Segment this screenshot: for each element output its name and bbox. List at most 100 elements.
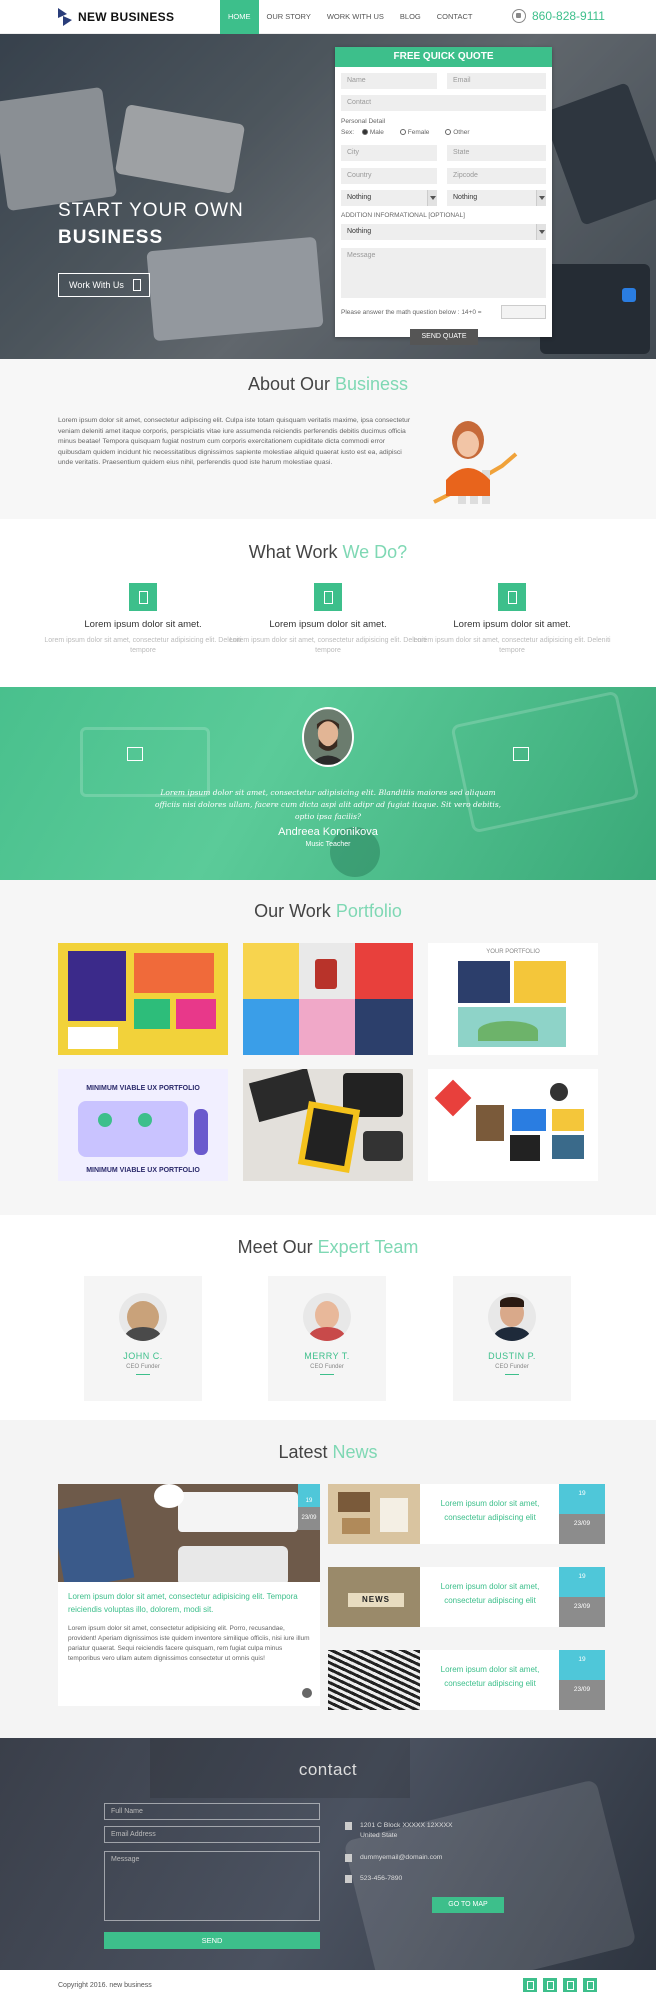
math-answer-input[interactable] bbox=[501, 305, 546, 319]
phone-outline-icon bbox=[133, 279, 141, 291]
news-item-title[interactable]: Lorem ipsum dolor sit amet, consectetur … bbox=[430, 1497, 550, 1525]
quote-form-title: FREE QUICK QUOTE bbox=[335, 47, 552, 67]
radio-other[interactable] bbox=[445, 129, 452, 136]
avatar bbox=[488, 1293, 536, 1341]
linkedin-icon[interactable] bbox=[563, 1978, 577, 1992]
services-title: What Work We Do? bbox=[248, 542, 408, 562]
send-quote-button[interactable]: SEND QUATE bbox=[410, 329, 478, 345]
google-plus-icon[interactable] bbox=[583, 1978, 597, 1992]
team-member-role: CEO Funder bbox=[495, 1364, 529, 1370]
quote-select-2-value: Nothing bbox=[453, 194, 478, 201]
featured-news-card[interactable]: 19 23/09 Lorem ipsum dolor sit amet, con… bbox=[58, 1484, 320, 1706]
service-title: Lorem ipsum dolor sit amet. bbox=[269, 619, 387, 630]
radio-female[interactable] bbox=[399, 129, 406, 136]
featured-news-headline[interactable]: Lorem ipsum dolor sit amet, consectetur … bbox=[68, 1590, 308, 1616]
contact-email[interactable]: dummyemail@domain.com bbox=[345, 1853, 442, 1863]
quote-contact-input[interactable]: Contact bbox=[341, 95, 546, 111]
radio-other-label: Other bbox=[453, 129, 470, 136]
next-arrow-icon[interactable] bbox=[513, 747, 529, 761]
nav-home[interactable]: HOME bbox=[220, 0, 259, 34]
contact-name-input[interactable]: Full Name bbox=[104, 1803, 320, 1820]
portfolio-item[interactable]: MINIMUM VIABLE UX PORTFOLIO MINIMUM VIAB… bbox=[58, 1069, 228, 1181]
portfolio-caption: MINIMUM VIABLE UX PORTFOLIO bbox=[86, 1085, 200, 1092]
portfolio-item[interactable] bbox=[243, 1069, 413, 1181]
radio-male[interactable] bbox=[361, 129, 368, 136]
contact-message-textarea[interactable]: Message bbox=[104, 1851, 320, 1921]
date-day: 19 bbox=[559, 1567, 605, 1597]
mail-icon bbox=[345, 1854, 352, 1862]
portfolio-caption: MINIMUM VIABLE UX PORTFOLIO bbox=[86, 1167, 200, 1174]
header-phone[interactable]: 860-828-9111 bbox=[512, 9, 605, 23]
divider bbox=[320, 1374, 334, 1375]
brand-name[interactable]: NEW BUSINESS bbox=[78, 10, 174, 24]
nav-contact[interactable]: CONTACT bbox=[429, 0, 481, 34]
date-badge: 19 23/09 bbox=[298, 1484, 320, 1530]
scroll-top-icon[interactable] bbox=[622, 288, 636, 302]
math-question-label: Please answer the math question below : … bbox=[341, 309, 482, 316]
date-badge: 19 23/09 bbox=[559, 1650, 605, 1710]
phone-icon bbox=[345, 1875, 352, 1883]
quote-zip-input[interactable]: Zipcode bbox=[447, 168, 546, 184]
contact-email-input[interactable]: Email Address bbox=[104, 1826, 320, 1843]
team-member-name: MERRY T. bbox=[304, 1351, 350, 1361]
portfolio-item[interactable] bbox=[58, 943, 228, 1055]
quote-select-3[interactable]: Nothing bbox=[341, 224, 546, 240]
nav-our-story[interactable]: OUR STORY bbox=[259, 0, 319, 34]
contact-phone[interactable]: 523-456-7890 bbox=[345, 1874, 402, 1884]
prev-arrow-icon[interactable] bbox=[127, 747, 143, 761]
chevron-down-icon bbox=[536, 224, 546, 240]
businesswoman-image bbox=[428, 410, 520, 510]
mobile-icon bbox=[129, 583, 157, 611]
quote-country-input[interactable]: Country bbox=[341, 168, 437, 184]
nav-work-with-us[interactable]: WORK WITH US bbox=[319, 0, 392, 34]
personal-detail-label: Personal Detail bbox=[341, 118, 386, 125]
logo-icon bbox=[58, 8, 72, 26]
twitter-icon[interactable] bbox=[543, 1978, 557, 1992]
hero-overlay bbox=[0, 34, 656, 359]
date-badge: 19 23/09 bbox=[559, 1567, 605, 1627]
portfolio-item[interactable]: YOUR PORTFOLIO bbox=[428, 943, 598, 1055]
contact-send-button[interactable]: SEND bbox=[104, 1932, 320, 1949]
nav-blog[interactable]: BLOG bbox=[392, 0, 429, 34]
contact-address: 1201 C Block XXXXX 12XXXX United State bbox=[345, 1821, 453, 1841]
news-item[interactable]: NEWS Lorem ipsum dolor sit amet, consect… bbox=[328, 1567, 605, 1627]
quote-name-input[interactable]: Name bbox=[341, 73, 437, 89]
radio-male-label: Male bbox=[369, 129, 384, 136]
quote-state-input[interactable]: State bbox=[447, 145, 546, 161]
portfolio-item[interactable] bbox=[428, 1069, 598, 1181]
work-with-us-button[interactable]: Work With Us bbox=[58, 273, 150, 297]
divider bbox=[505, 1374, 519, 1375]
testimonial-role: Music Teacher bbox=[305, 841, 351, 848]
team-member-name: DUSTIN P. bbox=[488, 1351, 536, 1361]
quote-city-input[interactable]: City bbox=[341, 145, 437, 161]
hero-title-line2: BUSINESS bbox=[58, 227, 164, 248]
news-item-title[interactable]: Lorem ipsum dolor sit amet, consectetur … bbox=[430, 1580, 550, 1608]
quote-select-1[interactable]: Nothing bbox=[341, 190, 437, 206]
service-desc: Lorem ipsum dolor sit amet, consectetur … bbox=[44, 637, 242, 654]
portfolio-item[interactable] bbox=[243, 943, 413, 1055]
facebook-icon[interactable] bbox=[523, 1978, 537, 1992]
news-item[interactable]: Lorem ipsum dolor sit amet, consectetur … bbox=[328, 1484, 605, 1544]
featured-news-body: Lorem ipsum dolor sit amet, consectetur … bbox=[68, 1625, 310, 1662]
go-to-map-button[interactable]: GO TO MAP bbox=[432, 1897, 504, 1913]
team-member-role: CEO Funder bbox=[126, 1364, 160, 1370]
service-title: Lorem ipsum dolor sit amet. bbox=[453, 619, 571, 630]
news-item-title[interactable]: Lorem ipsum dolor sit amet, consectetur … bbox=[430, 1663, 550, 1691]
hero-banner bbox=[0, 34, 656, 359]
quote-select-2[interactable]: Nothing bbox=[447, 190, 546, 206]
quote-message-textarea[interactable]: Message bbox=[341, 248, 546, 298]
service-desc: Lorem ipsum dolor sit amet, consectetur … bbox=[229, 637, 427, 654]
team-title: Meet Our Expert Team bbox=[237, 1237, 419, 1257]
news-item[interactable]: Lorem ipsum dolor sit amet, consectetur … bbox=[328, 1650, 605, 1710]
testimonial-name: Andreea Koronikova bbox=[278, 826, 378, 838]
quote-email-input[interactable]: Email bbox=[447, 73, 546, 89]
avatar bbox=[119, 1293, 167, 1341]
main-nav: HOME OUR STORY WORK WITH US BLOG CONTACT bbox=[220, 0, 480, 34]
service-desc: Lorem ipsum dolor sit amet, consectetur … bbox=[413, 637, 611, 654]
news-thumbnail: NEWS bbox=[328, 1567, 420, 1627]
news-thumbnail bbox=[328, 1484, 420, 1544]
work-with-us-label: Work With Us bbox=[69, 280, 124, 290]
quote-form: FREE QUICK QUOTE Name Email Contact Pers… bbox=[335, 47, 552, 345]
more-icon[interactable] bbox=[302, 1688, 312, 1698]
team-member-name: JOHN C. bbox=[123, 1351, 163, 1361]
